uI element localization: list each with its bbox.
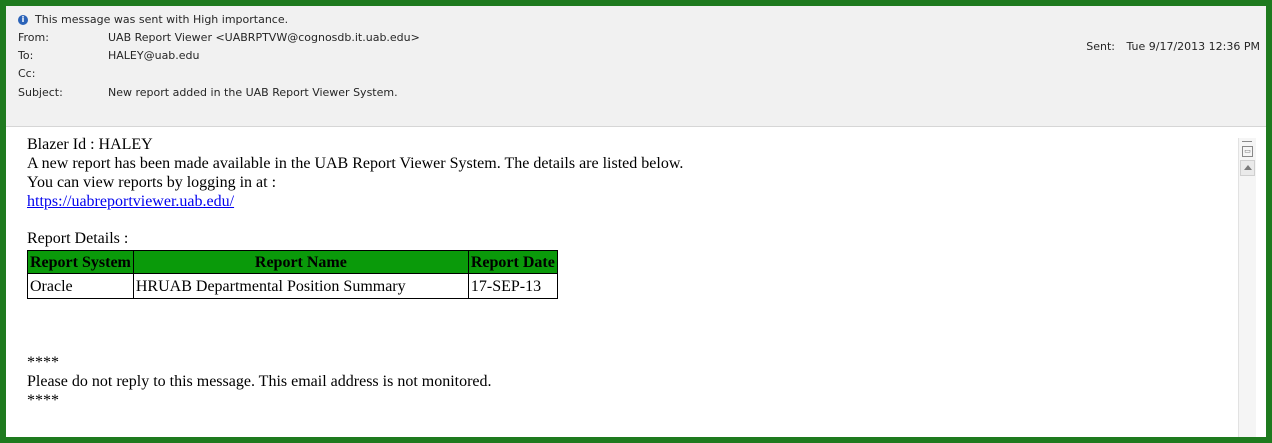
column-header: Report Name [132,250,469,274]
message-body: Blazer Id : HALEY A new report has been … [6,126,1266,437]
table-header-row: Report System Report Name Report Date [27,250,558,274]
info-icon: i [18,14,28,25]
report-viewer-link[interactable]: https://uabreportviewer.uab.edu/ [27,193,234,210]
sent-label: Sent: [1086,40,1115,53]
importance-banner: i This message was sent with High import… [18,13,288,26]
scrollbar-grip-line [1242,141,1252,142]
importance-text: This message was sent with High importan… [35,13,289,26]
sent-info: Sent: Tue 9/17/2013 12:36 PM [1086,40,1260,53]
sent-value: Tue 9/17/2013 12:36 PM [1126,40,1260,53]
subject-label: Subject: [18,86,63,99]
to-label: To: [18,49,34,62]
table-row: Oracle HRUAB Departmental Position Summa… [27,273,558,299]
blazer-id-line: Blazer Id : HALEY [27,136,153,153]
subject-value: New report added in the UAB Report Viewe… [108,86,398,99]
table-cell: Oracle [27,273,134,299]
footer-line: Please do not reply to this message. Thi… [27,373,492,390]
vertical-scrollbar[interactable]: ▭ [1238,138,1256,437]
cc-label: Cc: [18,67,36,80]
report-details-heading: Report Details : [27,230,129,247]
scroll-up-arrow-icon[interactable] [1240,160,1255,176]
table-cell: 17-SEP-13 [467,273,558,299]
stars-bottom: **** [27,392,59,409]
column-header: Report System [27,250,134,274]
email-frame: i This message was sent with High import… [0,0,1272,443]
to-value[interactable]: HALEY@uab.edu [108,48,200,64]
split-view-icon[interactable]: ▭ [1242,146,1253,157]
view-reports-line: You can view reports by logging in at : [27,174,277,191]
from-label: From: [18,31,49,44]
message-content: Blazer Id : HALEY A new report has been … [27,135,1226,410]
stars-top: **** [27,354,59,371]
message-header: i This message was sent with High import… [6,6,1266,126]
report-details-table: Report System Report Name Report Date Or… [27,250,558,299]
intro-line: A new report has been made available in … [27,155,684,172]
table-cell: HRUAB Departmental Position Summary [132,273,469,299]
column-header: Report Date [467,250,558,274]
from-value[interactable]: UAB Report Viewer <UABRPTVW@cognosdb.it.… [108,30,420,46]
